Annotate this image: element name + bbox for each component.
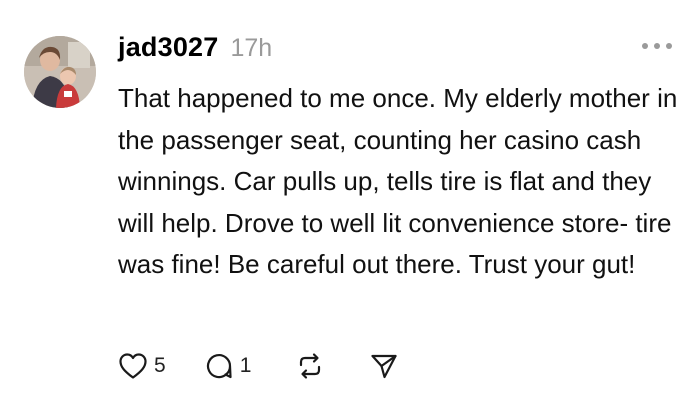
action-bar: 5 1 xyxy=(118,348,399,384)
like-count: 5 xyxy=(154,354,166,377)
username[interactable]: jad3027 xyxy=(118,32,218,63)
repost-icon xyxy=(300,353,321,379)
dot xyxy=(654,43,660,49)
heart-icon xyxy=(119,353,147,379)
send-icon xyxy=(371,354,397,379)
reply-button[interactable]: 1 xyxy=(204,351,252,381)
repost-button[interactable] xyxy=(295,351,325,381)
timestamp: 17h xyxy=(230,34,273,62)
comment-icon xyxy=(206,354,232,379)
reply-count: 1 xyxy=(239,354,252,377)
share-button[interactable] xyxy=(369,351,399,381)
avatar-photo xyxy=(24,36,96,108)
comment-card: jad3027 17h That happened to me once. My… xyxy=(0,0,700,414)
comment-text: That happened to me once. My elderly mot… xyxy=(118,83,678,280)
like-button[interactable]: 5 xyxy=(118,352,166,380)
dot xyxy=(666,43,672,49)
comment-header: jad3027 17h xyxy=(118,32,272,68)
dot xyxy=(642,43,648,49)
more-options-icon[interactable] xyxy=(642,38,672,54)
avatar[interactable] xyxy=(24,36,96,108)
